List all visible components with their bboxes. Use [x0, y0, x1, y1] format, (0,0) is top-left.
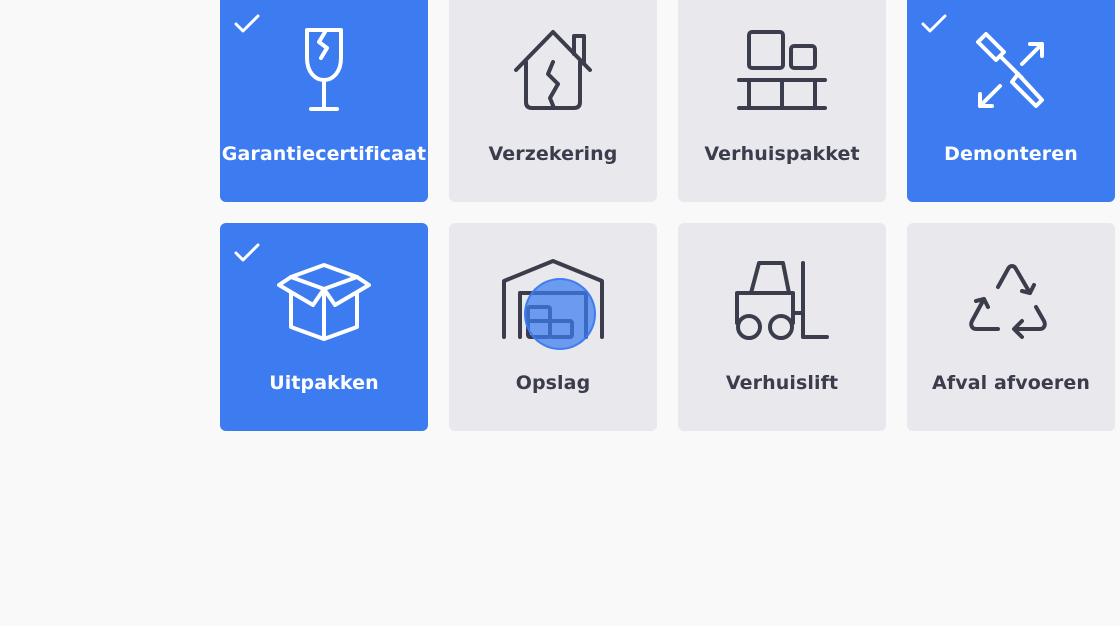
option-label: Uitpakken: [269, 372, 379, 394]
option-verzekering[interactable]: Verzekering: [449, 0, 657, 202]
option-opslag[interactable]: Opslag: [449, 223, 657, 431]
boxes-on-pallet-icon: [727, 28, 837, 118]
option-verhuispakket[interactable]: Verhuispakket: [678, 0, 886, 202]
open-box-icon: [269, 257, 379, 347]
fragile-glass-icon: [269, 28, 379, 118]
option-label: Verhuislift: [725, 372, 839, 394]
option-label: Garantiecertificaat: [221, 143, 427, 165]
cracked-house-icon: [498, 28, 608, 118]
option-uitpakken[interactable]: Uitpakken: [220, 223, 428, 431]
option-label: Verhuispakket: [704, 143, 860, 165]
option-demonteren[interactable]: Demonteren: [907, 0, 1115, 202]
option-label: Opslag: [515, 372, 591, 394]
recycle-icon: [956, 257, 1066, 347]
storage-warehouse-icon: [498, 257, 608, 347]
forklift-icon: [727, 257, 837, 347]
service-options-grid: Garantiecertificaat Verzekering Verhuisp…: [220, 0, 1115, 431]
page: Garantiecertificaat Verzekering Verhuisp…: [0, 0, 1120, 626]
checkmark-icon: [921, 14, 947, 33]
screwdriver-arrows-icon: [956, 28, 1066, 118]
option-garantiecertificaat[interactable]: Garantiecertificaat: [220, 0, 428, 202]
option-label: Verzekering: [488, 143, 618, 165]
option-label: Afval afvoeren: [932, 372, 1090, 394]
option-label: Demonteren: [944, 143, 1078, 165]
option-verhuislift[interactable]: Verhuislift: [678, 223, 886, 431]
checkmark-icon: [234, 14, 260, 33]
checkmark-icon: [234, 243, 260, 262]
option-afval-afvoeren[interactable]: Afval afvoeren: [907, 223, 1115, 431]
